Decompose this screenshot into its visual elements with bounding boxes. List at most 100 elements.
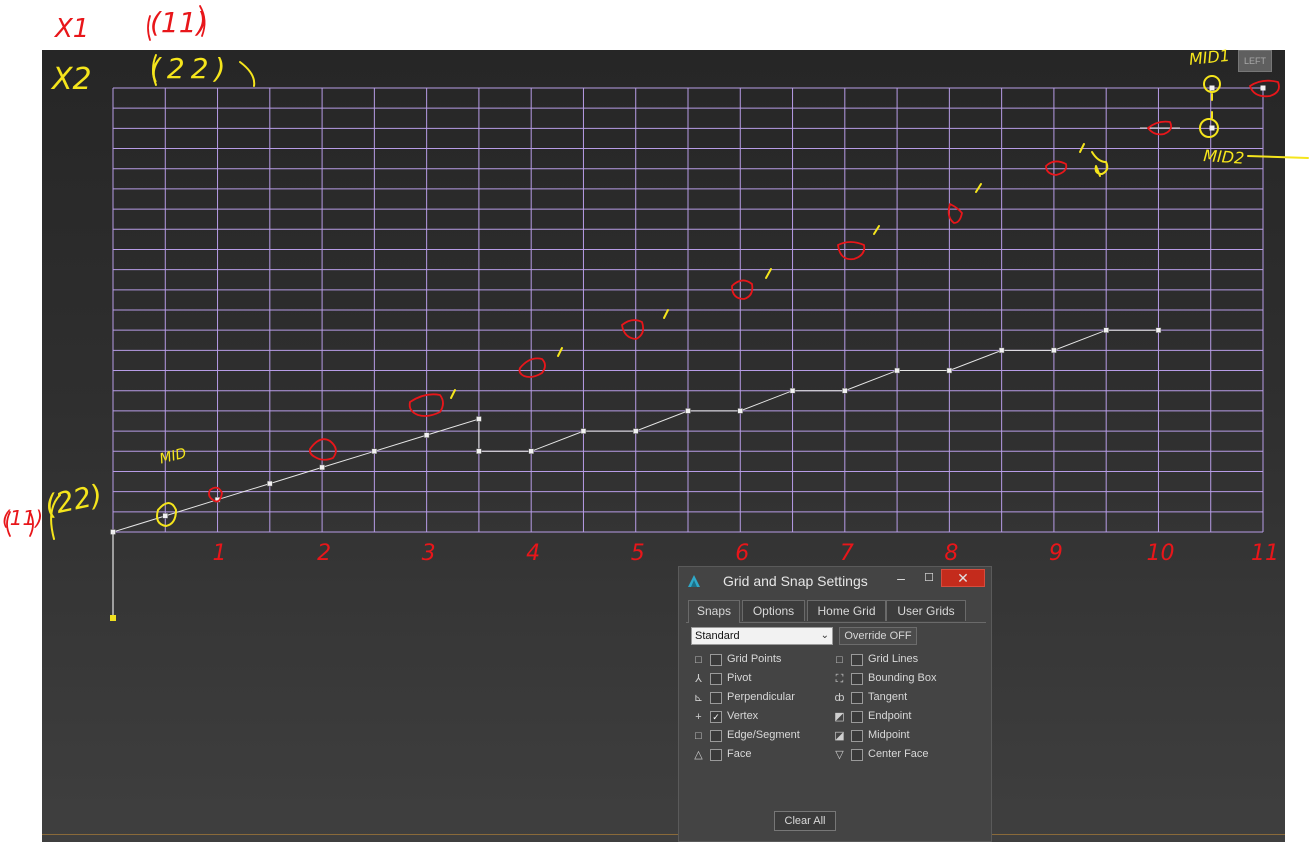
checkbox[interactable] xyxy=(851,730,863,742)
snap-option-bounding-box[interactable]: ⛶ Bounding Box xyxy=(833,672,973,688)
minimize-button[interactable]: – xyxy=(891,569,911,587)
tab-home-grid[interactable]: Home Grid xyxy=(807,600,886,621)
spline-vertex[interactable] xyxy=(528,448,534,455)
snap-option-perpendicular[interactable]: ⊾ Perpendicular xyxy=(692,691,832,707)
annotation-yellow-tick xyxy=(873,225,880,235)
annotation-yellow-tick xyxy=(663,309,669,319)
dialog-titlebar[interactable]: Grid and Snap Settings – ☐ ✕ xyxy=(679,567,991,595)
tab-snaps[interactable]: Snaps xyxy=(688,600,740,623)
x-tick-label: 4 xyxy=(526,541,540,566)
annotation-count-left-11: (11) xyxy=(2,506,44,530)
override-button[interactable]: Override OFF xyxy=(839,627,917,645)
snap-option-label: Edge/Segment xyxy=(727,729,800,741)
annotation-yellow-line xyxy=(1247,155,1309,159)
x-tick-label: 10 xyxy=(1146,541,1174,566)
snap-option-pivot[interactable]: ⅄ Pivot xyxy=(692,672,832,688)
checkbox[interactable]: ✓ xyxy=(710,711,722,723)
perpendicular-icon: ⊾ xyxy=(693,692,704,704)
spline-vertex[interactable] xyxy=(1155,327,1162,333)
spline-vertex[interactable] xyxy=(946,367,953,374)
spline-vertex[interactable] xyxy=(476,448,482,455)
checkbox[interactable] xyxy=(851,673,863,685)
pivot-point[interactable] xyxy=(110,615,116,621)
annotation-yellow-tick xyxy=(1079,143,1085,153)
snap-option-label: Midpoint xyxy=(868,729,910,741)
endpoint-icon: ◩ xyxy=(834,711,845,723)
x-tick-label: 2 xyxy=(317,541,331,566)
snap-option-label: Vertex xyxy=(727,710,759,722)
annotation-x1: X1 xyxy=(55,14,90,44)
tab-options[interactable]: Options xyxy=(742,600,805,621)
snap-option-edge-segment[interactable]: □ Edge/Segment xyxy=(692,729,832,745)
spline-vertex[interactable] xyxy=(1209,125,1215,131)
app-icon xyxy=(688,575,700,587)
annotation-count-top-11: (11) xyxy=(150,6,208,39)
snap-option-tangent[interactable]: ȸ Tangent xyxy=(833,691,973,707)
snap-option-midpoint[interactable]: ◪ Midpoint xyxy=(833,729,973,745)
snap-option-label: Tangent xyxy=(868,691,908,703)
face-icon: △ xyxy=(694,749,703,761)
close-button[interactable]: ✕ xyxy=(941,569,985,587)
checkbox[interactable] xyxy=(710,673,722,685)
spline-vertex[interactable] xyxy=(1103,327,1109,333)
snap-preset-select[interactable]: Standard ⌄ xyxy=(691,627,833,645)
spline-vertex[interactable] xyxy=(894,367,900,374)
construction-grid xyxy=(112,87,1264,533)
checkbox[interactable] xyxy=(851,749,863,761)
spline-vertex[interactable] xyxy=(580,428,587,434)
spline-vertex[interactable] xyxy=(162,513,169,519)
snap-option-grid-points[interactable]: □ Grid Points xyxy=(692,653,832,669)
checkbox[interactable] xyxy=(851,692,863,704)
spline-vertex[interactable] xyxy=(371,448,378,455)
dialog-title: Grid and Snap Settings xyxy=(723,573,868,589)
checkbox[interactable] xyxy=(710,749,722,761)
snap-option-vertex[interactable]: + ✓ Vertex xyxy=(692,710,832,726)
maximize-button[interactable]: ☐ xyxy=(919,569,939,587)
spline-vertex[interactable] xyxy=(1260,85,1266,91)
annotation-yellow-scribble xyxy=(1091,151,1109,177)
grid-lines-icon: □ xyxy=(836,654,843,666)
spline-vertex[interactable] xyxy=(737,408,744,414)
spline-vertex[interactable] xyxy=(842,387,848,394)
midpoint-icon: ◪ xyxy=(834,730,845,742)
spline-vertex[interactable] xyxy=(423,432,430,438)
annotation-red-circle xyxy=(308,438,337,461)
spline-vertex[interactable] xyxy=(319,464,325,471)
x-tick-label: 6 xyxy=(735,541,749,566)
annotation-yellow-tick xyxy=(975,183,982,193)
snap-option-center-face[interactable]: ▽ Center Face xyxy=(833,748,973,764)
spline-vertex[interactable] xyxy=(632,428,639,434)
annotation-count-top-22: (22) xyxy=(150,52,232,85)
snap-option-face[interactable]: △ Face xyxy=(692,748,832,764)
checkbox[interactable] xyxy=(710,692,722,704)
snap-option-grid-lines[interactable]: □ Grid Lines xyxy=(833,653,973,669)
grid-snap-settings-dialog[interactable]: Grid and Snap Settings – ☐ ✕ Snaps Optio… xyxy=(678,566,992,842)
spline-vertex[interactable] xyxy=(685,408,691,414)
checkbox[interactable] xyxy=(710,730,722,742)
spline-vertex[interactable] xyxy=(998,347,1005,354)
tab-user-grids[interactable]: User Grids xyxy=(886,600,966,621)
spline-vertex[interactable] xyxy=(1051,347,1057,354)
checkbox[interactable] xyxy=(851,654,863,666)
snap-option-label: Perpendicular xyxy=(727,691,795,703)
snap-preset-value: Standard xyxy=(695,630,740,642)
grid-tick-labels: 1 2 3 4 5 6 7 8 9 10 11 xyxy=(213,541,1279,566)
annotation-yellow-tick xyxy=(765,268,772,279)
checkbox[interactable] xyxy=(851,711,863,723)
spline-vertex[interactable] xyxy=(476,416,482,422)
snap-option-label: Bounding Box xyxy=(868,672,937,684)
x-tick-label: 5 xyxy=(631,541,645,566)
annotation-red-circle xyxy=(518,357,546,378)
snap-option-label: Grid Lines xyxy=(868,653,919,665)
chevron-down-icon: ⌄ xyxy=(820,630,829,641)
grid-points-icon: □ xyxy=(695,654,702,666)
clear-all-button[interactable]: Clear All xyxy=(774,811,836,831)
tangent-icon: ȸ xyxy=(834,692,845,704)
x-tick-label: 7 xyxy=(840,541,854,566)
snap-option-endpoint[interactable]: ◩ Endpoint xyxy=(833,710,973,726)
spline-vertex[interactable] xyxy=(267,480,273,487)
x-tick-label: 8 xyxy=(944,541,958,566)
spline-vertex[interactable] xyxy=(1209,85,1215,91)
checkbox[interactable] xyxy=(710,654,722,666)
spline-vertex[interactable] xyxy=(789,387,796,394)
